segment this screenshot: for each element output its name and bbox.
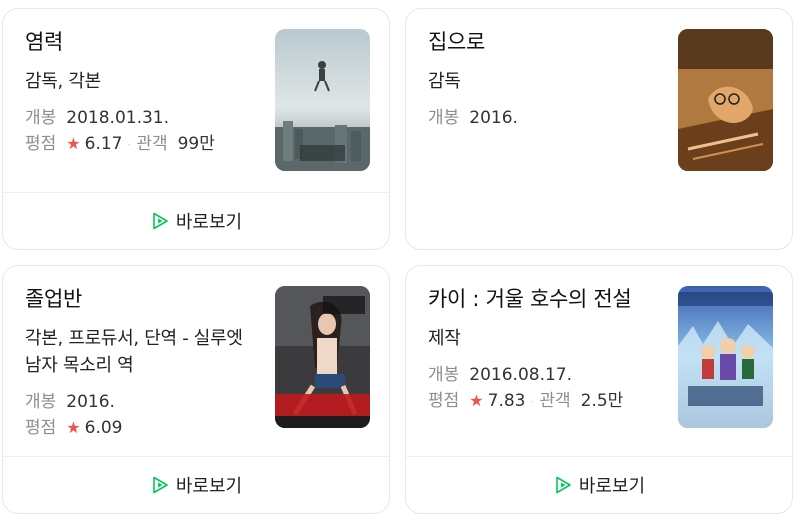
star-icon: ★ [66,418,81,437]
movie-card-yeomryeok[interactable]: 염력 감독, 각본 개봉 2018.01.31. 평점 ★ 6.17 · 관객 99만 [2,8,390,250]
audience-label: 관객 [539,391,571,411]
watch-button[interactable]: 바로보기 [406,456,792,513]
movie-title[interactable]: 졸업반 [25,284,261,314]
movie-title[interactable]: 염력 [25,27,261,57]
rating-label: 평점 [25,134,57,154]
movie-card-joreopban[interactable]: 졸업반 각본, 프로듀서, 단역 - 실루엣 남자 목소리 역 개봉 2016. … [2,265,390,514]
audience-value: 99만 [177,134,215,154]
movie-role: 각본, 프로듀서, 단역 - 실루엣 남자 목소리 역 [25,328,243,376]
movie-poster[interactable] [678,286,773,428]
play-icon [153,212,168,230]
star-icon: ★ [66,134,81,153]
watch-button[interactable]: 바로보기 [3,192,389,249]
star-icon: ★ [469,391,484,410]
movie-info: 졸업반 각본, 프로듀서, 단역 - 실루엣 남자 목소리 역 개봉 2016. … [25,284,261,440]
movie-poster[interactable] [275,29,370,171]
release-label: 개봉 [25,392,57,412]
watch-label: 바로보기 [175,212,243,233]
release-date: 2016.08.17. [469,365,573,385]
movie-role: 감독 [428,71,461,92]
release-label: 개봉 [428,108,460,128]
rating-row: 평점 ★ 6.09 [25,416,261,440]
movie-title[interactable]: 카이 : 거울 호수의 전설 [428,284,664,314]
movie-role: 감독, 각본 [25,71,101,92]
release-date: 2016. [66,392,115,412]
release-row: 개봉 2018.01.31. [25,106,261,130]
movie-poster[interactable] [275,286,370,428]
movie-info: 카이 : 거울 호수의 전설 제작 개봉 2016.08.17. 평점 ★ 7.83 ·… [428,284,664,414]
play-icon [153,476,168,494]
release-label: 개봉 [428,365,460,385]
rating-label: 평점 [25,418,57,438]
rating-label: 평점 [428,391,460,411]
release-row: 개봉 2016. [25,390,261,414]
movie-role: 제작 [428,328,461,349]
release-row: 개봉 2016.08.17. [428,363,664,387]
rating-value: 7.83 [487,391,526,411]
rating-row: 평점 ★ 6.17 · 관객 99만 [25,132,261,157]
separator-dot: · [530,395,535,409]
watch-label: 바로보기 [578,476,646,497]
release-label: 개봉 [25,108,57,128]
movie-title[interactable]: 집으로 [428,27,664,57]
rating-value: 6.17 [84,134,123,154]
movie-card-kai[interactable]: 카이 : 거울 호수의 전설 제작 개봉 2016.08.17. 평점 ★ 7.83 ·… [405,265,793,514]
audience-value: 2.5만 [580,391,624,411]
movie-info: 염력 감독, 각본 개봉 2018.01.31. 평점 ★ 6.17 · 관객 99만 [25,27,261,157]
release-date: 2016. [469,108,518,128]
movie-poster[interactable] [678,29,773,171]
rating-value: 6.09 [84,418,123,438]
release-row: 개봉 2016. [428,106,664,130]
rating-row: 평점 ★ 7.83 · 관객 2.5만 [428,389,664,414]
watch-label: 바로보기 [175,476,243,497]
audience-label: 관객 [136,134,168,154]
separator-dot: · [127,138,132,152]
release-date: 2018.01.31. [66,108,170,128]
movie-card-jibeuro[interactable]: 집으로 감독 개봉 2016. [405,8,793,250]
movie-info: 집으로 감독 개봉 2016. [428,27,664,130]
play-icon [556,476,571,494]
watch-button[interactable]: 바로보기 [3,456,389,513]
